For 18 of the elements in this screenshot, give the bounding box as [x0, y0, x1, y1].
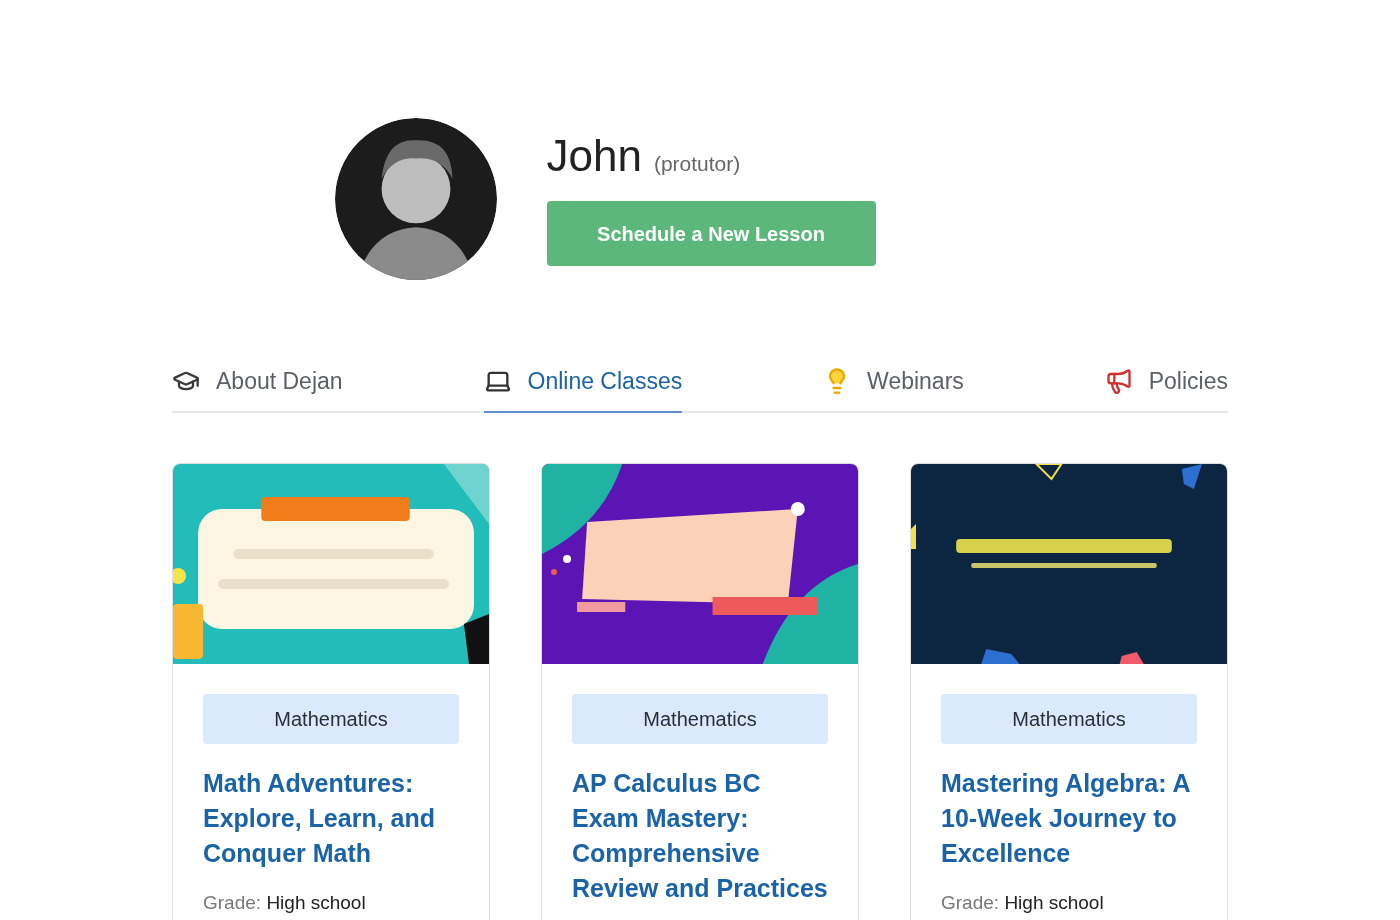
class-title[interactable]: Math Adventures: Explore, Learn, and Conquer Math — [203, 765, 459, 871]
class-card[interactable]: Mathematics Mastering Algebra: A 10-Week Journey to Excellence Grade: High school — [910, 462, 1228, 920]
megaphone-icon — [1104, 367, 1133, 396]
tutor-name: John — [546, 130, 642, 182]
subject-tag: Mathematics — [572, 693, 828, 744]
grade-text: Grade: High school — [941, 890, 1105, 915]
class-title[interactable]: AP Calculus BC Exam Mastery: Comprehensive Review and Practices — [572, 765, 828, 906]
class-card[interactable]: Mathematics AP Calculus BC Exam Mastery: Comprehensive Review and Practices — [541, 462, 859, 920]
tutor-role: (protutor) — [653, 151, 741, 177]
tab[interactable]: Policies — [1104, 364, 1228, 413]
class-card[interactable]: Mathematics Math Adventures: Explore, Learn, and Conquer Math Grade: High school — [172, 462, 490, 920]
tab[interactable]: Webinars — [823, 364, 964, 413]
tab[interactable]: Online Classes — [483, 364, 683, 413]
subject-tag: Mathematics — [203, 693, 459, 744]
grade-text: Grade: High school — [203, 890, 367, 915]
subject-tag: Mathematics — [941, 693, 1197, 744]
class-title[interactable]: Mastering Algebra: A 10-Week Journey to Excellence — [941, 765, 1197, 871]
tab[interactable]: About Dejan — [172, 364, 343, 413]
